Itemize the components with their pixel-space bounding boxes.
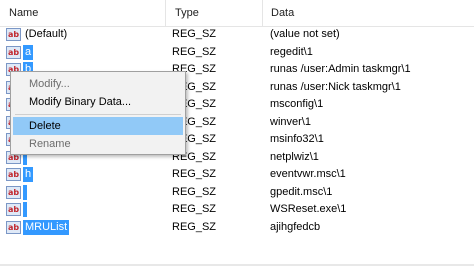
value-name: MRUList (23, 219, 70, 235)
string-value-icon: ab (6, 203, 21, 216)
value-name: a (23, 44, 34, 60)
value-data: msinfo32\1 (270, 133, 324, 145)
value-type: REG_SZ (172, 185, 217, 198)
string-value-icon: ab (6, 45, 21, 59)
column-header-name[interactable]: Name (0, 0, 166, 26)
string-value-icon: ab (6, 220, 21, 234)
value-data: gpedit.msc\1 (270, 185, 333, 198)
value-data: netplwiz\1 (270, 150, 319, 163)
string-value-icon: ab (6, 168, 21, 181)
menu-item-delete[interactable]: Delete (13, 117, 183, 135)
value-type: REG_SZ (172, 168, 217, 180)
value-data: (value not set) (270, 28, 340, 40)
value-name (23, 202, 27, 217)
value-data: regedit\1 (270, 45, 313, 58)
value-name: (Default) (25, 28, 68, 40)
value-data: eventvwr.msc\1 (270, 168, 346, 180)
menu-item-modify-binary-data[interactable]: Modify Binary Data... (13, 93, 183, 111)
value-data: ajihgfedcb (270, 220, 321, 233)
menu-item-rename[interactable]: Rename (13, 135, 183, 153)
registry-value-row[interactable]: ab MRUList REG_SZ ajihgfedcb (0, 219, 474, 237)
value-data: msconfig\1 (270, 98, 324, 110)
column-header-data[interactable]: Data (263, 0, 474, 26)
value-name: h (23, 167, 34, 182)
column-header: Name Type Data (0, 0, 474, 27)
menu-separator (15, 114, 181, 115)
value-data: winver\1 (270, 115, 311, 128)
registry-value-row[interactable]: ab REG_SZ WSReset.exe\1 (0, 201, 474, 219)
value-type: REG_SZ (172, 203, 217, 215)
registry-value-row[interactable]: ab REG_SZ gpedit.msc\1 (0, 184, 474, 202)
value-data: runas /user:Nick taskmgr\1 (270, 80, 401, 93)
column-header-type[interactable]: Type (166, 0, 263, 26)
value-type: REG_SZ (172, 28, 217, 40)
value-type: REG_SZ (172, 220, 217, 233)
string-value-icon: ab (6, 185, 21, 199)
value-data: WSReset.exe\1 (270, 203, 347, 215)
registry-value-row[interactable]: ab h REG_SZ eventvwr.msc\1 (0, 166, 474, 184)
value-data: runas /user:Admin taskmgr\1 (270, 63, 411, 75)
value-type: REG_SZ (172, 45, 217, 58)
menu-item-modify[interactable]: Modify... (13, 75, 183, 93)
string-value-icon: ab (6, 28, 21, 41)
registry-value-row[interactable]: ab a REG_SZ regedit\1 (0, 44, 474, 62)
context-menu: Modify... Modify Binary Data... Delete R… (10, 71, 186, 155)
registry-value-row[interactable]: ab (Default) REG_SZ (value not set) (0, 26, 474, 44)
value-name (23, 184, 27, 200)
